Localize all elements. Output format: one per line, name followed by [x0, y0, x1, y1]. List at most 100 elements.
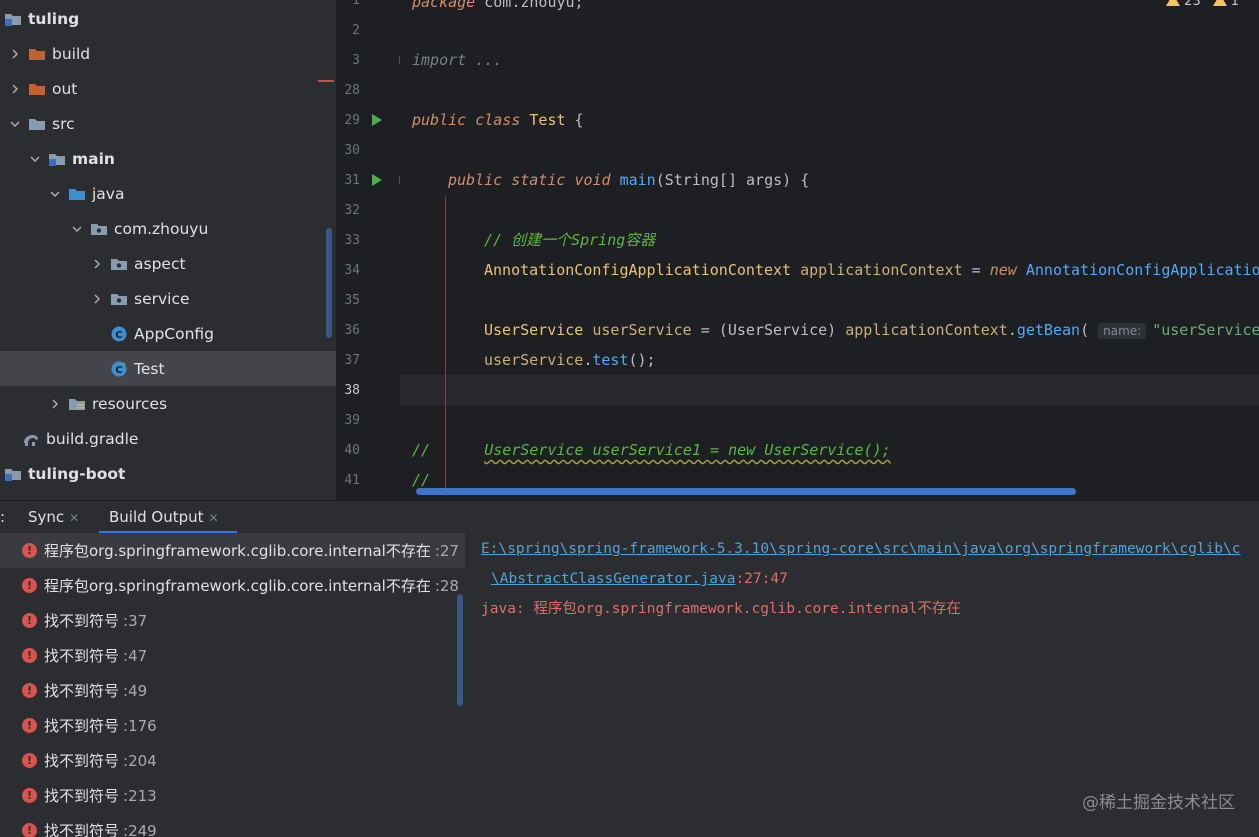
build-error-row[interactable]: ! 找不到符号:37 [0, 603, 465, 638]
module-folder-icon [4, 466, 22, 482]
error-icon: ! [22, 823, 37, 837]
tree-item-tuling-boot[interactable]: tuling-boot [0, 456, 336, 491]
chevron-down-icon[interactable] [48, 187, 62, 201]
line-number: 28 [344, 83, 360, 98]
line-number: 35 [344, 293, 360, 308]
code-line-31: public static void main(String[] args) { [448, 171, 810, 189]
module-folder-icon [4, 11, 22, 27]
run-gutter-icon[interactable] [372, 114, 382, 126]
package-icon [110, 291, 128, 307]
code-line-34: AnnotationConfigApplicationContext appli… [484, 261, 1259, 279]
tree-item-resources[interactable]: resources [0, 386, 336, 421]
tab-build-output[interactable]: Build Output ✕ [99, 501, 237, 534]
tree-scrollbar[interactable] [326, 228, 332, 338]
chevron-down-icon[interactable] [70, 222, 84, 236]
indent-guide [445, 196, 446, 496]
build-error-row[interactable]: ! 找不到符号:49 [0, 673, 465, 708]
excluded-folder-icon [28, 81, 46, 97]
line-number: 41 [344, 473, 360, 488]
source-folder-icon [68, 186, 86, 202]
editor-horizontal-scrollbar[interactable] [416, 488, 1076, 495]
error-file-location[interactable]: \AbstractClassGenerator.java:27:47 [491, 564, 788, 594]
line-number: 30 [344, 143, 360, 158]
line-number: 33 [344, 233, 360, 248]
tree-item-service[interactable]: service [0, 281, 336, 316]
error-row-line: :27 [434, 541, 459, 560]
line-number: 34 [344, 263, 360, 278]
tree-item-test[interactable]: C Test [0, 351, 336, 386]
build-error-row[interactable]: ! 找不到符号:249 [0, 813, 465, 837]
error-row-message: 找不到符号 [44, 647, 120, 665]
module-folder-icon [48, 151, 66, 167]
chevron-right-icon[interactable] [90, 292, 104, 306]
resources-folder-icon [68, 396, 86, 412]
build-error-row[interactable]: ! 找不到符号:47 [0, 638, 465, 673]
line-number: 31 [344, 173, 360, 188]
error-list-scrollbar[interactable] [457, 594, 463, 706]
build-error-row[interactable]: ! 程序包org.springframework.cglib.core.inter… [0, 533, 465, 568]
line-number: 37 [344, 353, 360, 368]
tree-item-build[interactable]: build [0, 36, 336, 71]
error-icon: ! [22, 613, 37, 628]
line-number: 29 [344, 113, 360, 128]
code-line-40: // UserService userService1 = new UserSe… [412, 441, 891, 459]
chevron-down-icon[interactable] [28, 152, 42, 166]
weak-warning-indicator[interactable]: 1 [1212, 0, 1239, 9]
error-row-line: :176 [123, 716, 157, 735]
chevron-right-icon[interactable] [48, 397, 62, 411]
error-row-line: :28 [434, 576, 459, 595]
folder-icon [28, 116, 46, 132]
java-class-icon: C [110, 326, 128, 342]
warning-icon [1212, 0, 1227, 6]
java-class-icon: C [110, 361, 128, 377]
current-line-highlight [400, 375, 1259, 405]
tree-item-com-zhouyu[interactable]: com.zhouyu [0, 211, 336, 246]
inspection-widget[interactable]: 23 1 [1166, 0, 1239, 9]
tab-overflow[interactable]: : [0, 501, 5, 534]
error-icon: ! [22, 543, 37, 558]
error-file-path[interactable]: E:\spring\spring-framework-5.3.10\spring… [481, 534, 1241, 564]
error-icon: ! [22, 578, 37, 593]
error-row-line: :37 [123, 611, 148, 630]
error-stripe-marker[interactable] [318, 80, 334, 82]
error-row-line: :204 [123, 751, 157, 770]
build-error-row[interactable]: ! 找不到符号:204 [0, 743, 465, 778]
tree-item-java[interactable]: java [0, 176, 336, 211]
build-error-row[interactable]: ! 找不到符号:176 [0, 708, 465, 743]
tab-sync[interactable]: Sync ✕ [28, 501, 79, 534]
parameter-hint: name: [1098, 323, 1147, 339]
code-line-36: UserService userService = (UserService) … [484, 321, 1259, 339]
line-number: 38 [344, 383, 360, 398]
tree-item-appconfig[interactable]: C AppConfig [0, 316, 336, 351]
tree-item-tuling[interactable]: tuling [0, 1, 336, 36]
build-error-row[interactable]: ! 找不到符号:213 [0, 778, 465, 813]
tree-item-main[interactable]: main [0, 141, 336, 176]
error-row-message: 找不到符号 [44, 822, 120, 837]
package-icon [110, 256, 128, 272]
code-line-37: userService.test(); [484, 351, 656, 369]
svg-text:C: C [115, 365, 122, 376]
chevron-right-icon[interactable] [90, 257, 104, 271]
error-message: java: 程序包org.springframework.cglib.core.… [481, 601, 961, 617]
line-number: 3 [352, 53, 360, 68]
close-icon[interactable]: ✕ [209, 511, 219, 525]
run-gutter-icon[interactable] [372, 174, 382, 186]
warning-indicator[interactable]: 23 [1166, 0, 1201, 9]
chevron-down-icon[interactable] [8, 117, 22, 131]
tree-item-build-gradle[interactable]: build.gradle [0, 421, 336, 456]
close-icon[interactable]: ✕ [69, 511, 79, 525]
tree-item-out[interactable]: out [0, 71, 336, 106]
project-tree: tuling build out src main java com.zhouy… [0, 0, 336, 500]
line-number: 2 [352, 23, 360, 38]
editor-gutter: 1 2 3 28 29 30 31 32 33 34 35 36 37 38 3… [336, 0, 400, 500]
error-row-message: 找不到符号 [44, 682, 120, 700]
build-error-row[interactable]: ! 程序包org.springframework.cglib.core.inter… [0, 568, 465, 603]
tree-item-src[interactable]: src [0, 106, 336, 141]
build-tool-window-tabs: : Sync ✕ Build Output ✕ [0, 500, 1259, 534]
chevron-right-icon[interactable] [8, 47, 22, 61]
excluded-folder-icon [28, 46, 46, 62]
tree-item-aspect[interactable]: aspect [0, 246, 336, 281]
chevron-right-icon[interactable] [8, 82, 22, 96]
error-row-line: :49 [123, 681, 148, 700]
code-editor[interactable]: 23 1 package com.zhouyu; import ... publ… [400, 0, 1259, 500]
